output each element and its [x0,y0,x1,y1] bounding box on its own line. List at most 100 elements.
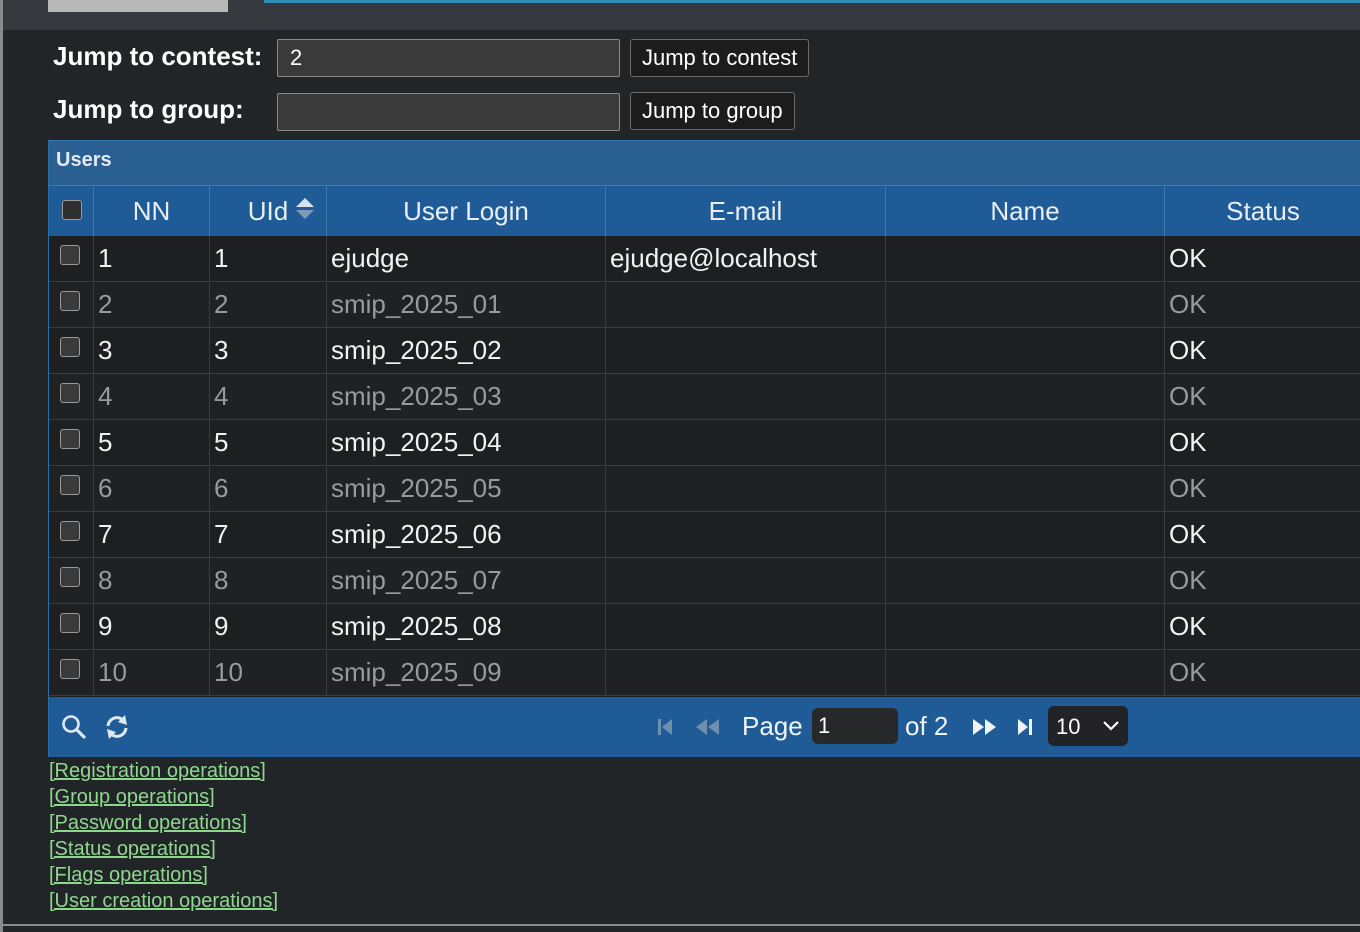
cell-select [49,512,94,558]
cell-login: smip_2025_04 [327,420,606,466]
cell-status: OK [1169,335,1207,365]
jump-group-button[interactable]: Jump to group [630,92,795,130]
cell-email [606,420,886,466]
cell-uid: 10 [210,650,327,696]
cell-login: smip_2025_07 [327,558,606,604]
cell-login: smip_2025_01 [327,282,606,328]
column-header-login[interactable]: User Login [327,186,606,236]
cell-nn: 6 [94,466,210,512]
sort-icon[interactable] [296,198,314,220]
cell-login: smip_2025_09 [327,650,606,696]
column-header-name[interactable]: Name [886,186,1165,236]
row-checkbox[interactable] [60,567,80,587]
cell-name [886,282,1165,328]
cell-name [886,466,1165,512]
cell-name [886,558,1165,604]
cell-email [606,282,886,328]
users-grid: Users NN UId User Login E-mail Name Stat… [48,140,1360,757]
cell-nn: 7 [94,512,210,558]
cell-login: smip_2025_06 [327,512,606,558]
select-all-checkbox[interactable] [62,200,82,220]
table-row[interactable]: 2 2 smip_2025_01 OK [49,282,1360,328]
cell-status: OK [1169,243,1207,273]
link-group-operations[interactable]: [Group operations] [49,784,278,810]
top-accent-line [264,0,1360,3]
chevron-down-icon [1103,721,1119,731]
cell-status: OK [1169,381,1207,411]
cell-status: OK [1169,289,1207,319]
table-row[interactable]: 6 6 smip_2025_05 OK [49,466,1360,512]
link-status-operations[interactable]: [Status operations] [49,836,278,862]
row-checkbox[interactable] [60,383,80,403]
row-checkbox[interactable] [60,475,80,495]
cell-nn: 9 [94,604,210,650]
jump-contest-input[interactable] [277,39,620,77]
row-checkbox[interactable] [60,659,80,679]
cell-name [886,420,1165,466]
page-label: Page [742,711,803,741]
table-row[interactable]: 5 5 smip_2025_04 OK [49,420,1360,466]
prev-page-icon[interactable] [693,717,721,737]
cell-nn: 1 [94,236,210,282]
cell-uid: 9 [210,604,327,650]
cell-uid: 3 [210,328,327,374]
jump-contest-button[interactable]: Jump to contest [630,39,810,77]
cell-name [886,604,1165,650]
row-checkbox[interactable] [60,245,80,265]
cell-nn: 4 [94,374,210,420]
row-checkbox[interactable] [60,613,80,633]
cell-email [606,466,886,512]
cell-email [606,558,886,604]
column-header-uid[interactable]: UId [210,186,327,236]
column-header-status[interactable]: Status [1165,186,1360,236]
cell-status: OK [1169,657,1207,687]
page-size-select[interactable]: 10 [1048,706,1128,746]
table-row[interactable]: 3 3 smip_2025_02 OK [49,328,1360,374]
cell-select [49,420,94,466]
link-password-operations[interactable]: [Password operations] [49,810,278,836]
table-row[interactable]: 10 10 smip_2025_09 OK [49,650,1360,696]
search-icon[interactable] [61,714,87,740]
link-flags-operations[interactable]: [Flags operations] [49,862,278,888]
row-checkbox[interactable] [60,521,80,541]
refresh-icon[interactable] [103,714,131,740]
last-page-icon[interactable] [1015,717,1035,737]
left-border [0,0,3,932]
row-checkbox[interactable] [60,291,80,311]
top-bar [0,0,1360,30]
cell-login: smip_2025_05 [327,466,606,512]
next-page-icon[interactable] [971,717,999,737]
first-page-icon[interactable] [655,717,675,737]
row-checkbox[interactable] [60,337,80,357]
cell-name [886,236,1165,282]
page-count-label: of 2 [905,711,949,741]
cell-select [49,650,94,696]
cell-email [606,328,886,374]
cell-name [886,650,1165,696]
top-tab[interactable] [48,0,228,12]
table-row[interactable]: 7 7 smip_2025_06 OK [49,512,1360,558]
jump-group-input[interactable] [277,93,620,131]
cell-login: smip_2025_03 [327,374,606,420]
row-checkbox[interactable] [60,429,80,449]
table-row[interactable]: 8 8 smip_2025_07 OK [49,558,1360,604]
table-row[interactable]: 9 9 smip_2025_08 OK [49,604,1360,650]
cell-uid: 1 [210,236,327,282]
table-row[interactable]: 4 4 smip_2025_03 OK [49,374,1360,420]
cell-status: OK [1169,519,1207,549]
cell-select [49,558,94,604]
jump-contest-label: Jump to contest: [53,41,263,71]
cell-select [49,328,94,374]
column-header-uid-label: UId [247,196,289,226]
cell-nn: 5 [94,420,210,466]
cell-login: ejudge [327,236,606,282]
link-registration-operations[interactable]: [Registration operations] [49,758,278,784]
column-header-nn[interactable]: NN [94,186,210,236]
cell-select [49,604,94,650]
header-select-cell [49,186,94,236]
page-number-input[interactable] [812,708,898,744]
column-header-email[interactable]: E-mail [606,186,886,236]
table-row[interactable]: 1 1 ejudge ejudge@localhost OK [49,236,1360,282]
page-size-value: 10 [1056,714,1081,739]
link-user-creation-operations[interactable]: [User creation operations] [49,888,278,914]
